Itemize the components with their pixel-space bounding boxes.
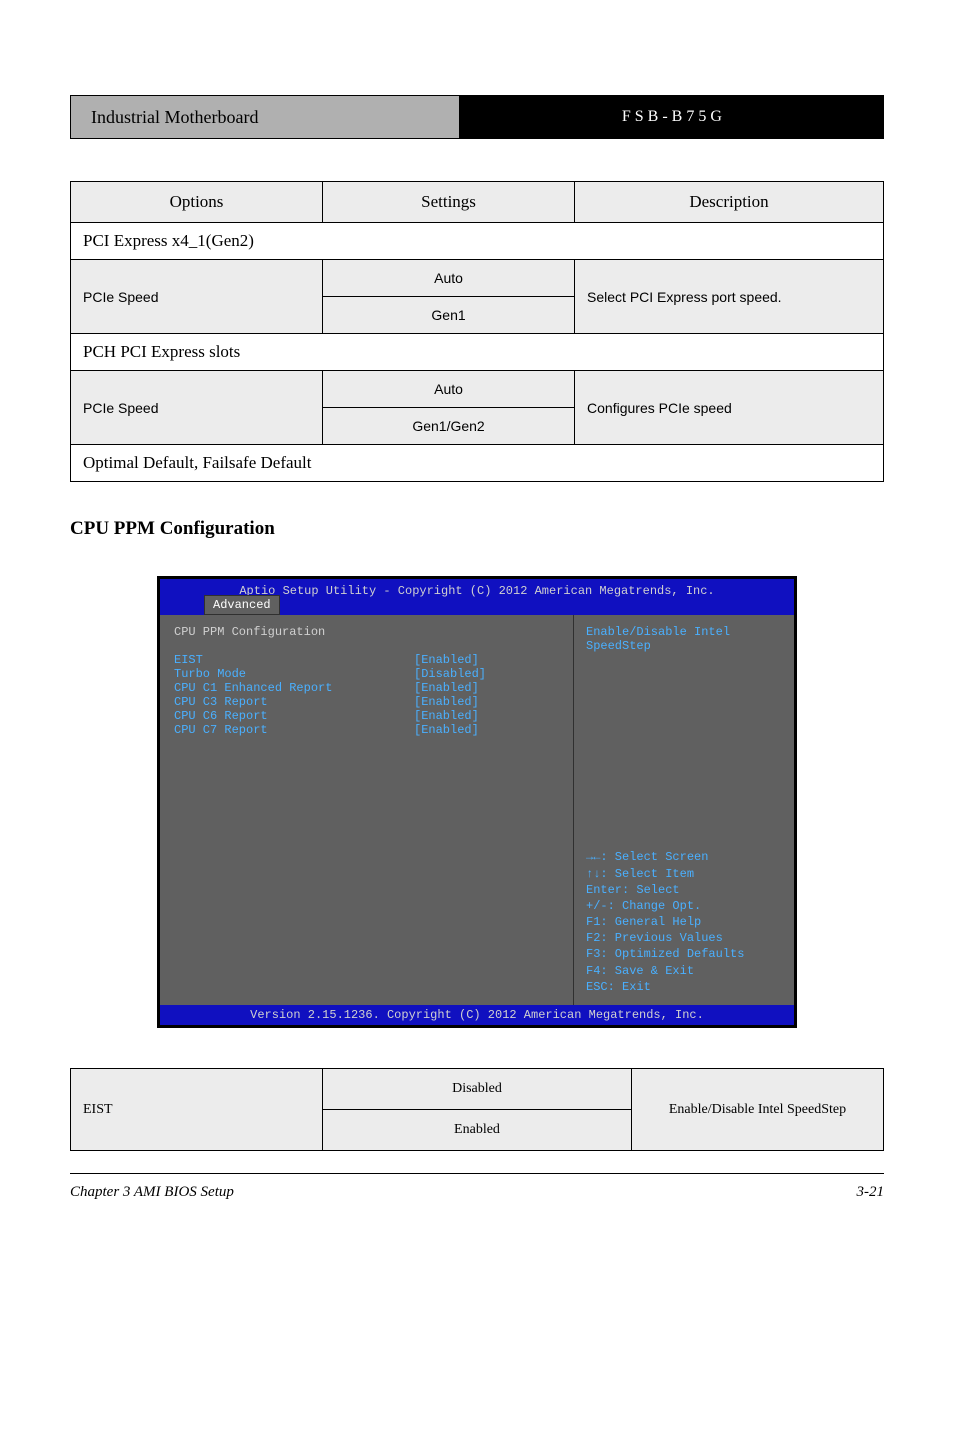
bios-footer: Version 2.15.1236. Copyright (C) 2012 Am… [160, 1005, 794, 1025]
table2-rowlabel: EIST [71, 1069, 323, 1151]
options-table-1: Options Settings Description PCI Express… [70, 181, 884, 482]
bios-key-line-8: ESC: Exit [586, 979, 782, 995]
options-table-2: EIST Disabled Enabled Enable/Disable Int… [70, 1068, 884, 1151]
table1-g2-desc: Configures PCIe speed [575, 371, 884, 445]
page-footer: Chapter 3 AMI BIOS Setup 3-21 [70, 1184, 884, 1201]
table2-desc: Enable/Disable Intel SpeedStep [631, 1069, 883, 1151]
bios-key-line-5: F2: Previous Values [586, 930, 782, 946]
section-heading: CPU PPM Configuration [70, 518, 884, 540]
header-right-label: F S B - B 7 5 G [461, 96, 883, 138]
bios-left-heading: CPU PPM Configuration [174, 625, 559, 639]
bios-left-panel: CPU PPM Configuration EIST[Enabled]Turbo… [160, 615, 574, 1005]
bios-key-line-1: ↑↓: Select Item [586, 866, 782, 882]
table1-head-desc: Description [575, 182, 884, 223]
bios-item-label: CPU C7 Report [174, 723, 414, 737]
bios-item-label: EIST [174, 653, 414, 667]
bios-tab-advanced[interactable]: Advanced [204, 595, 280, 615]
bios-key-line-2: Enter: Select [586, 882, 782, 898]
footer-right: 3-21 [857, 1184, 885, 1201]
bios-item-2[interactable]: CPU C1 Enhanced Report[Enabled] [174, 681, 559, 695]
table1-g2-rowlabel: PCIe Speed [71, 371, 323, 445]
table1-g2-settings: Auto Gen1/Gen2 [323, 371, 575, 445]
table1-group2-title: PCH PCI Express slots [71, 334, 884, 371]
bios-item-value: [Disabled] [414, 667, 486, 681]
table1-head-settings: Settings [323, 182, 575, 223]
bios-item-4[interactable]: CPU C6 Report[Enabled] [174, 709, 559, 723]
table1-footer-row: Optimal Default, Failsafe Default [71, 445, 884, 482]
bios-item-value: [Enabled] [414, 723, 479, 737]
bios-item-value: [Enabled] [414, 653, 479, 667]
table1-g1-desc: Select PCI Express port speed. [575, 260, 884, 334]
bottom-rule [70, 1173, 884, 1174]
bios-titlebar: Aptio Setup Utility - Copyright (C) 2012… [160, 579, 794, 615]
bios-item-label: CPU C3 Report [174, 695, 414, 709]
table1-head-options: Options [71, 182, 323, 223]
table1-group1-title: PCI Express x4_1(Gen2) [71, 223, 884, 260]
table2-settings: Disabled Enabled [323, 1069, 632, 1151]
bios-item-label: CPU C1 Enhanced Report [174, 681, 414, 695]
bios-key-hints: →←: Select Screen↑↓: Select ItemEnter: S… [586, 849, 782, 995]
bios-screenshot: Aptio Setup Utility - Copyright (C) 2012… [157, 576, 797, 1028]
bios-item-label: Turbo Mode [174, 667, 414, 681]
bios-right-panel: Enable/Disable Intel SpeedStep →←: Selec… [574, 615, 794, 1005]
table1-g2-setting-0: Auto [323, 371, 574, 408]
bios-item-label: CPU C6 Report [174, 709, 414, 723]
footer-left: Chapter 3 AMI BIOS Setup [70, 1184, 234, 1201]
table1-g1-settings: Auto Gen1 [323, 260, 575, 334]
table1-g1-rowlabel: PCIe Speed [71, 260, 323, 334]
table1-g1-setting-0: Auto [323, 260, 574, 297]
chapter-header-bar: Industrial Motherboard F S B - B 7 5 G [70, 95, 884, 139]
bios-key-line-7: F4: Save & Exit [586, 963, 782, 979]
bios-item-0[interactable]: EIST[Enabled] [174, 653, 559, 667]
bios-help-text: Enable/Disable Intel SpeedStep [586, 625, 782, 653]
bios-item-1[interactable]: Turbo Mode[Disabled] [174, 667, 559, 681]
table1-g1-setting-1: Gen1 [323, 297, 574, 333]
bios-item-value: [Enabled] [414, 709, 479, 723]
bios-item-3[interactable]: CPU C3 Report[Enabled] [174, 695, 559, 709]
bios-item-5[interactable]: CPU C7 Report[Enabled] [174, 723, 559, 737]
bios-item-value: [Enabled] [414, 681, 479, 695]
bios-key-line-0: →←: Select Screen [586, 849, 782, 865]
header-left-label: Industrial Motherboard [71, 96, 461, 138]
bios-key-line-3: +/-: Change Opt. [586, 898, 782, 914]
table2-setting-0: Disabled [323, 1069, 631, 1110]
table1-g2-setting-1: Gen1/Gen2 [323, 408, 574, 444]
bios-item-value: [Enabled] [414, 695, 479, 709]
table2-setting-1: Enabled [323, 1110, 631, 1150]
bios-key-line-6: F3: Optimized Defaults [586, 946, 782, 962]
bios-key-line-4: F1: General Help [586, 914, 782, 930]
